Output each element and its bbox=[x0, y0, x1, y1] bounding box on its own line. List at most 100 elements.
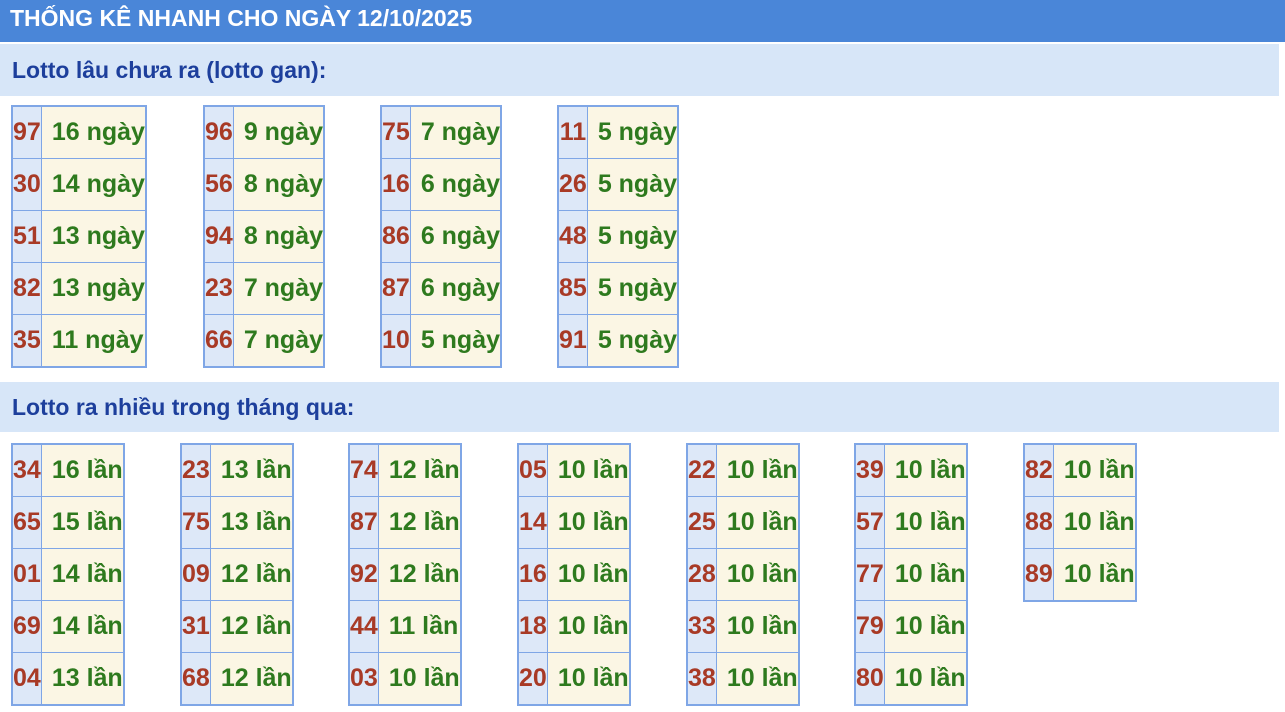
lotto-count: 10 lần bbox=[546, 496, 631, 549]
lotto-count: 10 lần bbox=[715, 443, 800, 497]
lotto-count: 11 ngày bbox=[40, 314, 147, 368]
table-row: 03 10 lần bbox=[348, 652, 462, 706]
lotto-count: 10 lần bbox=[883, 600, 968, 653]
lotto-count: 14 lần bbox=[40, 600, 125, 653]
lotto-number: 57 bbox=[854, 496, 885, 549]
lotto-number: 39 bbox=[854, 443, 885, 497]
lotto-number: 34 bbox=[11, 443, 42, 497]
table-row: 35 11 ngày bbox=[11, 314, 147, 368]
lotto-number: 89 bbox=[1023, 548, 1054, 602]
lotto-number: 82 bbox=[11, 262, 42, 315]
lotto-count: 12 lần bbox=[209, 652, 294, 706]
lotto-count: 10 lần bbox=[546, 600, 631, 653]
lotto-number: 68 bbox=[180, 652, 211, 706]
table-row: 10 5 ngày bbox=[380, 314, 502, 368]
table-row: 01 14 lần bbox=[11, 548, 125, 601]
table-row: 22 10 lần bbox=[686, 443, 800, 497]
lotto-count: 12 lần bbox=[209, 600, 294, 653]
table-row: 33 10 lần bbox=[686, 600, 800, 653]
lotto-number: 23 bbox=[203, 262, 234, 315]
table-row: 25 10 lần bbox=[686, 496, 800, 549]
lotto-number: 22 bbox=[686, 443, 717, 497]
lotto-number: 97 bbox=[11, 105, 42, 159]
table-row: 44 11 lần bbox=[348, 600, 462, 653]
lotto-number: 96 bbox=[203, 105, 234, 159]
lotto-count: 10 lần bbox=[715, 548, 800, 601]
lotto-number: 18 bbox=[517, 600, 548, 653]
lotto-number: 16 bbox=[380, 158, 411, 211]
lotto-number: 25 bbox=[686, 496, 717, 549]
lotto-number: 35 bbox=[11, 314, 42, 368]
lotto-count: 5 ngày bbox=[409, 314, 502, 368]
lotto-number: 77 bbox=[854, 548, 885, 601]
table-row: 74 12 lần bbox=[348, 443, 462, 497]
table-row: 87 12 lần bbox=[348, 496, 462, 549]
lotto-number: 94 bbox=[203, 210, 234, 263]
lotto-number: 04 bbox=[11, 652, 42, 706]
table-row: 09 12 lần bbox=[180, 548, 294, 601]
table-row: 82 13 ngày bbox=[11, 262, 147, 315]
table-row: 34 16 lần bbox=[11, 443, 125, 497]
lotto-number: 75 bbox=[180, 496, 211, 549]
lotto-number: 10 bbox=[380, 314, 411, 368]
table-row: 75 13 lần bbox=[180, 496, 294, 549]
lotto-frequent-table: 22 10 lần 25 10 lần 28 10 lần 33 10 lần 38 10 lần bbox=[686, 443, 800, 706]
table-row: 79 10 lần bbox=[854, 600, 968, 653]
table-row: 16 10 lần bbox=[517, 548, 631, 601]
table-row: 68 12 lần bbox=[180, 652, 294, 706]
table-row: 20 10 lần bbox=[517, 652, 631, 706]
lotto-number: 74 bbox=[348, 443, 379, 497]
lotto-count: 10 lần bbox=[715, 496, 800, 549]
lotto-count: 13 lần bbox=[40, 652, 125, 706]
table-row: 94 8 ngày bbox=[203, 210, 325, 263]
page-title: THỐNG KÊ NHANH CHO NGÀY 12/10/2025 bbox=[10, 5, 473, 31]
lotto-count: 12 lần bbox=[209, 548, 294, 601]
lotto-count: 6 ngày bbox=[409, 262, 502, 315]
lotto-count: 6 ngày bbox=[409, 210, 502, 263]
lotto-count: 5 ngày bbox=[586, 314, 679, 368]
lotto-count: 15 lần bbox=[40, 496, 125, 549]
lotto-number: 80 bbox=[854, 652, 885, 706]
lotto-number: 28 bbox=[686, 548, 717, 601]
lotto-number: 69 bbox=[11, 600, 42, 653]
lotto-number: 91 bbox=[557, 314, 588, 368]
lotto-count: 9 ngày bbox=[232, 105, 325, 159]
lotto-gan-table: 96 9 ngày 56 8 ngày 94 8 ngày 23 7 ngày 66 7 ngày bbox=[203, 105, 326, 368]
lotto-count: 5 ngày bbox=[586, 210, 679, 263]
lotto-count: 5 ngày bbox=[586, 158, 679, 211]
lotto-count: 16 lần bbox=[40, 443, 125, 497]
lotto-number: 33 bbox=[686, 600, 717, 653]
lotto-number: 88 bbox=[1023, 496, 1054, 549]
lotto-gan-table: 97 16 ngày 30 14 ngày 51 13 ngày 82 13 ngày 35 11… bbox=[11, 105, 147, 368]
table-row: 88 10 lần bbox=[1023, 496, 1137, 549]
table-row: 05 10 lần bbox=[517, 443, 631, 497]
lotto-number: 01 bbox=[11, 548, 42, 601]
lotto-count: 10 lần bbox=[715, 652, 800, 706]
lotto-count: 13 lần bbox=[209, 496, 294, 549]
lotto-count: 12 lần bbox=[377, 443, 462, 497]
section-title-lotto-gan: Lotto lâu chưa ra (lotto gan): bbox=[12, 57, 327, 83]
table-row: 28 10 lần bbox=[686, 548, 800, 601]
table-row: 65 15 lần bbox=[11, 496, 125, 549]
lotto-count: 14 lần bbox=[40, 548, 125, 601]
lotto-number: 05 bbox=[517, 443, 548, 497]
table-row: 57 10 lần bbox=[854, 496, 968, 549]
table-row: 16 6 ngày bbox=[380, 158, 502, 211]
section-title-lotto-frequent: Lotto ra nhiều trong tháng qua: bbox=[12, 394, 355, 420]
table-row: 26 5 ngày bbox=[557, 158, 679, 211]
lotto-count: 13 ngày bbox=[40, 262, 147, 315]
lotto-number: 20 bbox=[517, 652, 548, 706]
lotto-number: 44 bbox=[348, 600, 379, 653]
lotto-count: 12 lần bbox=[377, 548, 462, 601]
lotto-number: 82 bbox=[1023, 443, 1054, 497]
lotto-count: 10 lần bbox=[883, 548, 968, 601]
lotto-number: 87 bbox=[348, 496, 379, 549]
lotto-count: 10 lần bbox=[1052, 443, 1137, 497]
lotto-number: 23 bbox=[180, 443, 211, 497]
lotto-frequent-table: 05 10 lần 14 10 lần 16 10 lần 18 10 lần 20 10 lần bbox=[517, 443, 631, 706]
lotto-number: 30 bbox=[11, 158, 42, 211]
lotto-count: 5 ngày bbox=[586, 105, 679, 159]
lotto-number: 56 bbox=[203, 158, 234, 211]
lotto-count: 10 lần bbox=[377, 652, 462, 706]
table-row: 04 13 lần bbox=[11, 652, 125, 706]
